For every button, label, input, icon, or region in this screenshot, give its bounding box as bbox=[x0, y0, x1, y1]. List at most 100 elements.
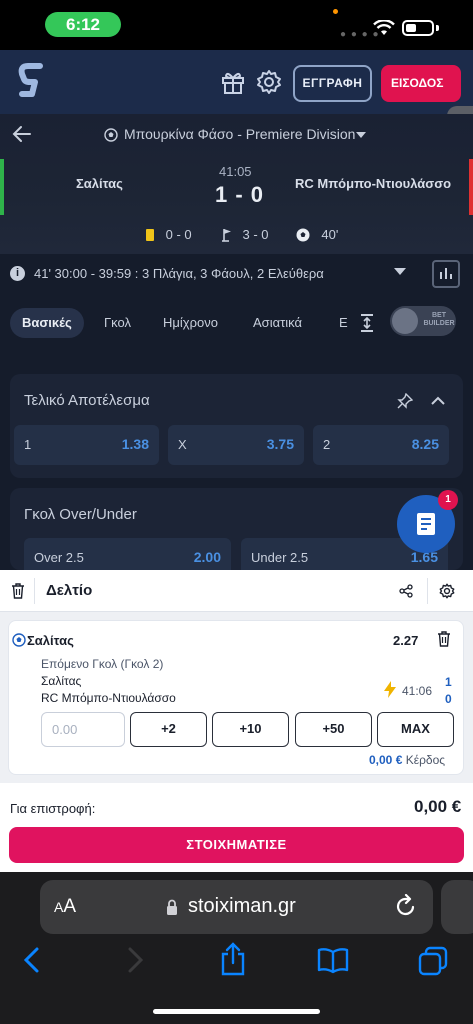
winnings-value: 0,00 € bbox=[369, 753, 403, 767]
market-title: Γκολ Over/Under bbox=[24, 506, 137, 523]
tab-more[interactable]: Ε bbox=[339, 308, 348, 338]
info-icon: i bbox=[10, 266, 25, 281]
gear-icon[interactable] bbox=[439, 583, 455, 599]
aa-big: A bbox=[63, 896, 77, 917]
gift-icon[interactable] bbox=[220, 69, 246, 95]
live-info-text: 41' 30:00 - 39:59 : 3 Πλάγια, 3 Φάουλ, 2… bbox=[34, 266, 324, 281]
privacy-dot bbox=[333, 9, 338, 14]
stoiximan-logo[interactable] bbox=[14, 62, 50, 98]
chevron-down-icon[interactable] bbox=[394, 268, 406, 275]
away-indicator-bar bbox=[469, 159, 473, 215]
football-icon bbox=[12, 633, 26, 647]
share-icon[interactable] bbox=[399, 584, 413, 598]
market-card-result: Τελικό Αποτέλεσμα 1 1.38 X 3.75 2 8.25 bbox=[10, 374, 463, 478]
back-arrow-icon[interactable] bbox=[12, 124, 32, 144]
match-header: Μπουρκίνα Φάσο - Premiere Division Σαλίτ… bbox=[0, 114, 473, 254]
selection-team2: RC Μπόμπο-Ντιουλάσσο bbox=[41, 691, 176, 705]
selection-odd: 2.27 bbox=[393, 633, 419, 648]
selection-team1: Σαλίτας bbox=[41, 674, 82, 688]
football-icon bbox=[104, 128, 118, 142]
chevron-down-icon[interactable] bbox=[356, 132, 366, 138]
divider bbox=[34, 578, 35, 604]
trash-icon[interactable] bbox=[11, 583, 25, 599]
home-indicator[interactable] bbox=[153, 1009, 320, 1014]
chevron-up-icon[interactable] bbox=[431, 396, 445, 405]
forward-icon[interactable] bbox=[125, 946, 145, 974]
quick-stake-max[interactable]: MAX bbox=[377, 712, 454, 747]
bet-selection-card: Σαλίτας 2.27 Επόμενο Γκολ (Γκολ 2) Σαλίτ… bbox=[8, 620, 464, 775]
home-team: Σαλίτας bbox=[76, 176, 123, 191]
yellow-card-icon bbox=[146, 228, 154, 241]
selection-team: Σαλίτας bbox=[27, 633, 74, 648]
selection-score-away: 0 bbox=[445, 692, 452, 706]
browser-toolbar: AA stoiximan.gr bbox=[0, 872, 473, 1024]
next-tab-peek[interactable] bbox=[441, 880, 473, 934]
corner-flag-icon bbox=[221, 228, 231, 242]
reader-options-button[interactable]: AA bbox=[54, 896, 76, 918]
total-return-label: Για επιστροφή: bbox=[10, 801, 96, 816]
status-bar: 6:12 ● ● ● ● bbox=[0, 0, 473, 50]
statistics-button[interactable] bbox=[432, 260, 460, 288]
trash-icon[interactable] bbox=[437, 631, 451, 647]
register-button[interactable]: ΕΓΓΡΑΦΗ bbox=[293, 65, 372, 102]
tabs-icon[interactable] bbox=[418, 946, 448, 976]
odd-value: 3.75 bbox=[266, 436, 294, 452]
bookmarks-icon[interactable] bbox=[317, 946, 349, 974]
betslip-panel: Δελτίο Σαλίτας 2.27 Επόμενο Γκολ (Γκολ 2… bbox=[0, 570, 473, 872]
odd-label: X bbox=[178, 437, 187, 452]
odd-value: 2.00 bbox=[193, 549, 221, 565]
betslip-title: Δελτίο bbox=[46, 582, 93, 599]
gear-icon[interactable] bbox=[256, 69, 282, 95]
selection-score-home: 1 bbox=[445, 675, 452, 689]
toggle-knob bbox=[392, 308, 418, 334]
corners-count: 3 - 0 bbox=[242, 227, 269, 243]
odd-button-away[interactable]: 2 8.25 bbox=[313, 425, 449, 465]
odd-button-home[interactable]: 1 1.38 bbox=[14, 425, 159, 465]
back-icon[interactable] bbox=[22, 946, 42, 974]
tab-main[interactable]: Βασικές bbox=[10, 308, 84, 338]
place-bet-button[interactable]: ΣΤΟΙΧΗΜΑΤΙΣΕ bbox=[9, 827, 464, 863]
login-button[interactable]: ΕΙΣΟΔΟΣ bbox=[381, 65, 461, 102]
odd-label: 2 bbox=[323, 437, 331, 452]
stake-input[interactable]: 0.00 bbox=[41, 712, 125, 747]
match-stats: 0 - 0 3 - 0 40' bbox=[146, 226, 338, 242]
betslip-count-badge: 1 bbox=[438, 490, 458, 510]
reload-icon[interactable] bbox=[395, 894, 417, 918]
battery-tip bbox=[436, 25, 439, 31]
bet-builder-label: BET BUILDER bbox=[423, 312, 455, 327]
pin-icon[interactable] bbox=[397, 393, 413, 409]
lightning-icon bbox=[384, 681, 396, 698]
tab-asian[interactable]: Ασιατικά bbox=[253, 308, 302, 338]
odd-value: 1.38 bbox=[121, 436, 149, 452]
betslip-footer: Για επιστροφή: 0,00 € ΣΤΟΙΧΗΜΑΤΙΣΕ bbox=[0, 783, 473, 872]
away-team: RC Μπόμπο-Ντιουλάσσο bbox=[295, 176, 452, 191]
tab-goals[interactable]: Γκολ bbox=[104, 308, 131, 338]
share-icon[interactable] bbox=[219, 942, 247, 976]
betslip-header: Δελτίο bbox=[0, 570, 473, 612]
battery-icon bbox=[402, 20, 434, 36]
market-tabs: Βασικές Γκολ Ημίχρονο Ασιατικά Ε BET BUI… bbox=[0, 294, 473, 354]
aa-small: A bbox=[54, 899, 64, 915]
quick-stake-10[interactable]: +10 bbox=[212, 712, 289, 747]
league-name[interactable]: Μπουρκίνα Φάσο - Premiere Division bbox=[124, 126, 355, 142]
market-card-overunder: Γκολ Over/Under Over 2.5 2.00 Under 2.5 … bbox=[10, 488, 463, 578]
bet-builder-toggle[interactable]: BET BUILDER bbox=[390, 306, 456, 336]
odd-button-draw[interactable]: X 3.75 bbox=[168, 425, 304, 465]
quick-stake-50[interactable]: +50 bbox=[295, 712, 372, 747]
collapse-icon[interactable] bbox=[360, 314, 374, 332]
address-bar[interactable]: AA stoiximan.gr bbox=[40, 880, 433, 934]
odd-label: Over 2.5 bbox=[34, 550, 84, 565]
quick-stake-2[interactable]: +2 bbox=[130, 712, 207, 747]
odd-label: 1 bbox=[24, 437, 32, 452]
divider bbox=[427, 578, 428, 604]
match-clock: 41:05 bbox=[219, 164, 252, 179]
winnings: 0,00 € Κέρδος bbox=[369, 753, 445, 767]
possession-time: 40' bbox=[321, 227, 339, 243]
football-icon bbox=[296, 228, 310, 242]
bar-chart-icon bbox=[440, 268, 452, 279]
tab-halftime[interactable]: Ημίχρονο bbox=[163, 308, 218, 338]
wifi-icon bbox=[373, 20, 395, 35]
selection-market: Επόμενο Γκολ (Γκολ 2) bbox=[41, 657, 164, 671]
odd-label: Under 2.5 bbox=[251, 550, 309, 565]
home-indicator-bar bbox=[0, 159, 4, 215]
